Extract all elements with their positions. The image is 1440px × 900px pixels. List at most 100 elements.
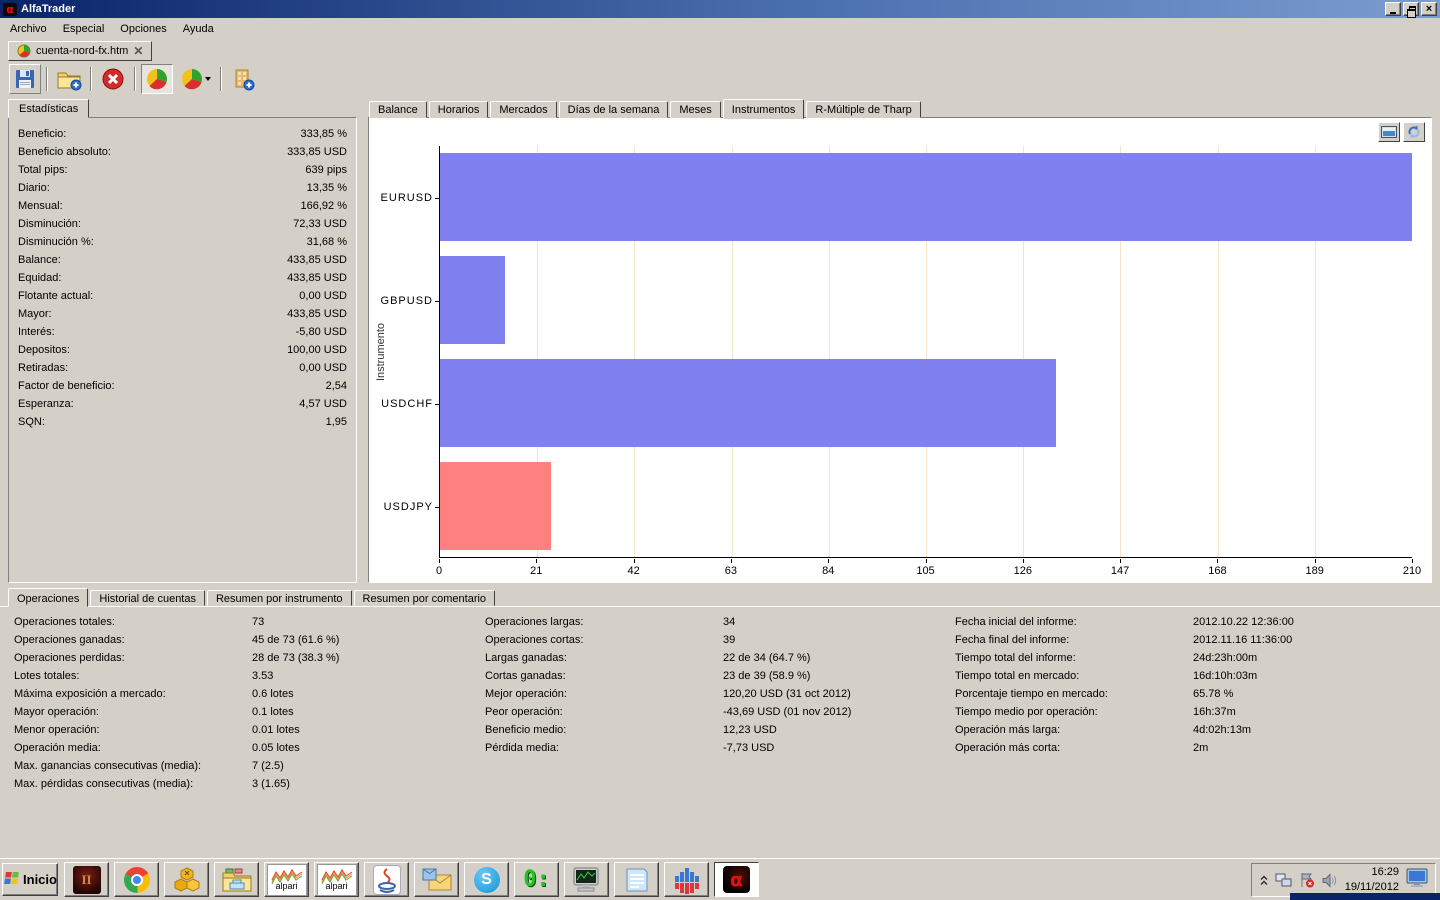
chart-tab-d-as-de-la-semana[interactable]: Días de la semana xyxy=(558,101,669,118)
chart-tab-r-m-ltiple-de-tharp[interactable]: R-Múltiple de Tharp xyxy=(806,101,921,118)
chart-tab-meses[interactable]: Meses xyxy=(670,101,721,118)
dropdown-caret-icon xyxy=(204,77,211,81)
menu-item-opciones[interactable]: Opciones xyxy=(112,20,174,38)
taskbar-button-volume-mixer[interactable] xyxy=(664,862,709,897)
x-tick-mark xyxy=(1217,559,1219,563)
operations-panel: Operaciones totales: 73 Operaciones ganada… xyxy=(0,606,1440,858)
x-tick-label: 147 xyxy=(1110,565,1130,577)
stat-value: 0,00 USD xyxy=(299,362,347,374)
restore-button[interactable] xyxy=(1403,2,1419,18)
taskbar-button-lineage-ii[interactable]: II xyxy=(64,862,109,897)
taskbar-button-java[interactable] xyxy=(364,862,409,897)
taskbar-button-chrome[interactable] xyxy=(114,862,159,897)
operations-tab-operaciones[interactable]: Operaciones xyxy=(8,588,89,607)
stat-label: Total pips: xyxy=(18,164,68,176)
taskbar-button-alpari-mt4[interactable]: alpari xyxy=(264,862,309,897)
x-tick-mark xyxy=(925,559,927,563)
operation-stat-value: -7,73 USD xyxy=(723,742,775,754)
add-account-button[interactable] xyxy=(227,64,259,94)
operation-stat-row: Menor operación: 0.01 lotes xyxy=(14,721,339,739)
close-button[interactable]: × xyxy=(1421,2,1437,16)
operations-column-3: Fecha inicial del informe: 2012.10.22 12:… xyxy=(955,613,1294,757)
stat-value: 72,33 USD xyxy=(293,218,347,230)
operation-stat-value: 2012.10.22 12:36:00 xyxy=(1193,616,1294,628)
document-tab-label: cuenta-nord-fx.htm xyxy=(36,45,129,57)
minimize-button[interactable] xyxy=(1385,2,1401,16)
taskbar-button-outlook-express[interactable] xyxy=(414,862,459,897)
menu-item-archivo[interactable]: Archivo xyxy=(2,20,55,38)
x-tick-mark xyxy=(536,559,538,563)
taskbar-button-timer[interactable]: 0: xyxy=(514,862,559,897)
save-button[interactable] xyxy=(9,64,41,94)
chart-tab-horarios[interactable]: Horarios xyxy=(428,101,489,118)
operation-stat-row: Operaciones totales: 73 xyxy=(14,613,339,631)
chart-tab-mercados[interactable]: Mercados xyxy=(490,101,557,118)
stat-label: SQN: xyxy=(18,416,45,428)
pie-chart-button[interactable] xyxy=(141,64,173,94)
taskbar-button-skype[interactable]: S xyxy=(464,862,509,897)
x-tick-mark xyxy=(730,559,732,563)
chart-refresh-button[interactable] xyxy=(1403,122,1425,142)
stat-value: 433,85 USD xyxy=(287,272,347,284)
stat-value: 13,35 % xyxy=(306,182,347,194)
operation-stat-value: 23 de 39 (58.9 %) xyxy=(723,670,811,682)
x-tick-label: 210 xyxy=(1402,565,1422,577)
operation-stat-label: Máxima exposición a mercado: xyxy=(14,688,166,700)
document-tab[interactable]: cuenta-nord-fx.htm ✕ xyxy=(8,41,153,61)
chart-tab-instrumentos[interactable]: Instrumentos xyxy=(722,99,805,119)
taskbar-button-alpari-mt4-2[interactable]: alpari xyxy=(314,862,359,897)
operation-stat-label: Fecha final del informe: xyxy=(955,634,1070,646)
close-icon: × xyxy=(1425,2,1433,15)
operation-stat-value: 45 de 73 (61.6 %) xyxy=(252,634,340,646)
stat-label: Balance: xyxy=(18,254,61,266)
operation-stat-label: Menor operación: xyxy=(14,724,100,736)
stat-label: Factor de beneficio: xyxy=(18,380,115,392)
operations-tab-resumen-por-instrumento[interactable]: Resumen por instrumento xyxy=(206,590,352,606)
x-tick-mark xyxy=(1120,559,1122,563)
taskbar-button-file-explorer[interactable] xyxy=(214,862,259,897)
pie-chart-menu-button[interactable] xyxy=(175,64,215,94)
taskbar-button-alfatrader[interactable]: α xyxy=(714,862,759,897)
operation-stat-value: 0.1 lotes xyxy=(252,706,294,718)
operation-stat-value: 73 xyxy=(252,616,265,628)
start-button[interactable]: Inicio xyxy=(2,863,58,896)
operation-stat-row: Fecha final del informe: 2012.11.16 11:36… xyxy=(955,631,1294,649)
taskbar-edge-strip xyxy=(1290,893,1440,900)
taskbar-button-trading-terminal[interactable] xyxy=(564,862,609,897)
stat-label: Flotante actual: xyxy=(18,290,94,302)
alfatrader-window: α AlfaTrader × Archivo Especial Opciones Ay… xyxy=(0,0,1440,900)
operation-stat-row: Máxima exposición a mercado: 0.6 lotes xyxy=(14,685,339,703)
chart-tab-balance[interactable]: Balance xyxy=(369,101,427,118)
stat-row: Flotante actual: 0,00 USD xyxy=(11,287,354,305)
menu-item-especial[interactable]: Especial xyxy=(55,20,113,38)
security-alert-icon[interactable] xyxy=(1299,872,1315,888)
tab-estadisticas[interactable]: Estadísticas xyxy=(8,99,90,118)
volume-icon[interactable] xyxy=(1321,872,1338,888)
taskbar-button-notepad[interactable] xyxy=(614,862,659,897)
bar-usdchf xyxy=(440,359,1056,447)
network-icon[interactable] xyxy=(1275,873,1293,888)
taskbar-button-game-tools[interactable] xyxy=(164,862,209,897)
operation-stat-row: Operación más larga: 4d:02h:13m xyxy=(955,721,1294,739)
menu-item-ayuda[interactable]: Ayuda xyxy=(175,20,222,38)
operations-tab-resumen-por-comentario[interactable]: Resumen por comentario xyxy=(353,590,496,606)
bar-usdjpy xyxy=(440,462,552,550)
statistics-rows: Beneficio: 333,85 % Beneficio absoluto: 333… xyxy=(11,125,354,431)
collapse-chevron-icon[interactable] xyxy=(1259,874,1269,886)
operation-stat-label: Operaciones cortas: xyxy=(485,634,584,646)
operation-stat-label: Fecha inicial del informe: xyxy=(955,616,1077,628)
stat-row: Disminución %: 31,68 % xyxy=(11,233,354,251)
operation-stat-row: Porcentaje tiempo en mercado: 65.78 % xyxy=(955,685,1294,703)
stat-row: Disminución: 72,33 USD xyxy=(11,215,354,233)
chart-snapshot-button[interactable] xyxy=(1378,122,1400,142)
tab-close-icon[interactable]: ✕ xyxy=(133,45,143,57)
operation-stat-row: Operación media: 0.05 lotes xyxy=(14,739,339,757)
show-desktop-icon[interactable] xyxy=(1406,868,1428,892)
operations-tab-historial-de-cuentas[interactable]: Historial de cuentas xyxy=(90,590,205,606)
operation-stat-label: Mayor operación: xyxy=(14,706,99,718)
new-account-button[interactable] xyxy=(53,64,85,94)
x-tick-mark xyxy=(1412,559,1413,563)
toolbar-separator xyxy=(46,67,48,91)
operation-stat-row: Operaciones perdidas: 28 de 73 (38.3 %) xyxy=(14,649,339,667)
stop-button[interactable] xyxy=(97,64,129,94)
